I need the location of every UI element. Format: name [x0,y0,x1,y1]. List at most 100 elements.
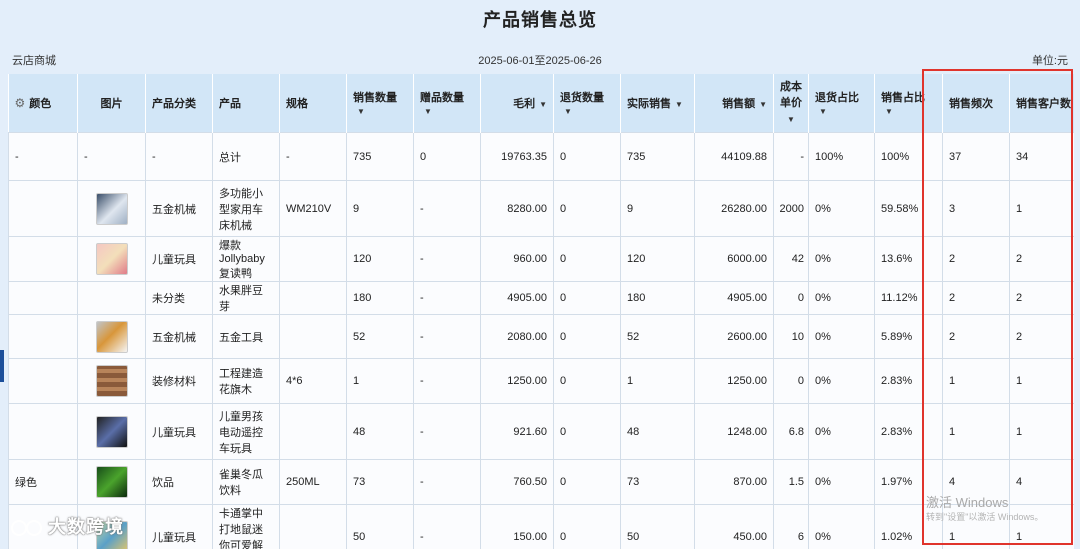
cell-cost: - [773,132,809,181]
cell-actual: 50 [620,504,695,549]
cell-product: 爆款Jollybaby复读鸭 [212,236,280,282]
col-header-color[interactable]: ⚙ 颜色 [8,74,78,133]
cell-gift: - [413,403,481,460]
col-header-sales-pct[interactable]: 销售占比▼ [874,74,943,133]
cell-product: 总计 [212,132,280,181]
cell-frequency: 37 [942,132,1010,181]
cell-image [77,180,146,237]
cell-color [8,403,78,460]
cell-sales: 44109.88 [694,132,774,181]
cell-color: - [8,132,78,181]
cell-cost: 6 [773,504,809,549]
cell-profit: 8280.00 [480,180,554,237]
product-thumbnail[interactable] [95,243,128,275]
sort-down-icon[interactable]: ▼ [787,115,795,124]
cell-return-pct: 0% [808,459,875,505]
sort-down-icon[interactable]: ▼ [424,107,432,116]
cell-color [8,314,78,359]
col-header-category: 产品分类 [145,74,213,133]
cell-qty: 9 [346,180,414,237]
cell-gift: - [413,358,481,404]
table-row[interactable]: 儿童玩具 爆款Jollybaby复读鸭 120-960.00 0 120 6000.00 4… [8,236,1074,282]
sort-down-icon[interactable]: ▼ [759,100,767,109]
brand-logo: 大数跨境 [10,513,124,539]
sales-table-container[interactable]: ⚙ 颜色 图片 产品分类 产品 规格 销售数量▼ 赠品数量▼ 毛利 ▼ 退货数量▼ … [8,74,1074,549]
col-header-qty[interactable]: 销售数量▼ [346,74,414,133]
sort-down-icon[interactable]: ▼ [819,107,827,116]
cell-profit: 19763.35 [480,132,554,181]
sort-down-icon[interactable]: ▼ [357,107,365,116]
cell-sales: 6000.00 [694,236,774,282]
col-header-profit[interactable]: 毛利 ▼ [480,74,554,133]
cell-sales: 26280.00 [694,180,774,237]
cell-image [77,459,146,505]
cell-actual: 73 [620,459,695,505]
cell-image [77,281,146,315]
cell-returns: 0 [553,459,621,505]
col-header-spec: 规格 [279,74,347,133]
cell-return-pct: 0% [808,358,875,404]
cell-frequency: 3 [942,180,1010,237]
sort-down-icon[interactable]: ▼ [539,100,547,109]
sort-down-icon[interactable]: ▼ [885,107,893,116]
cell-return-pct: 100% [808,132,875,181]
table-row[interactable]: 未分类 水果胖豆芽 180-4905.00 0 180 4905.00 0 0% 11.12% 2… [8,281,1074,315]
table-row[interactable]: 装修材料 工程建造花旗木 4*6 1-1250.00 0 1 1250.00 0 0% 2.83%… [8,358,1074,404]
cell-profit: 760.50 [480,459,554,505]
cell-profit: 2080.00 [480,314,554,359]
cell-profit: 4905.00 [480,281,554,315]
cell-actual: 48 [620,403,695,460]
table-row[interactable]: 儿童玩具 儿童男孩电动遥控车玩具 48-921.60 0 48 1248.00 6.8 0% 2… [8,403,1074,460]
cell-returns: 0 [553,358,621,404]
product-thumbnail[interactable] [95,192,128,225]
table-row[interactable]: 五金机械 多功能小型家用车床机械 WM210V 9-8280.00 0 9 26280.00… [8,180,1074,237]
cell-sales: 1250.00 [694,358,774,404]
cell-spec: WM210V [279,180,347,237]
sort-down-icon[interactable]: ▼ [675,100,683,109]
product-thumbnail[interactable] [95,466,128,498]
cell-profit: 150.00 [480,504,554,549]
table-row[interactable]: 儿童玩具卡通掌中打地鼠迷你可爱解压玩具50-150.00050450.0060%… [8,504,1074,549]
gear-icon[interactable]: ⚙ [15,96,26,110]
cell-category: 五金机械 [145,314,213,359]
total-row[interactable]: - - - 总计 -735 0 19763.35 0 735 44109.88-100% 100% 3… [8,132,1074,181]
col-header-product: 产品 [212,74,280,133]
col-header-actual[interactable]: 实际销售 ▼ [620,74,695,133]
cell-qty: 120 [346,236,414,282]
cell-color [8,358,78,404]
cell-sales-pct: 13.6% [874,236,943,282]
cell-category: 装修材料 [145,358,213,404]
cell-frequency: 1 [942,358,1010,404]
date-range: 2025-06-01至2025-06-26 [478,55,602,67]
cell-profit: 960.00 [480,236,554,282]
table-row[interactable]: 五金机械 五金工具 52-2080.00 0 52 2600.00 10 0% 5.89% 2 2 [8,314,1074,359]
cell-spec: 250ML [279,459,347,505]
cell-sales-pct: 11.12% [874,281,943,315]
table-header-row: ⚙ 颜色 图片 产品分类 产品 规格 销售数量▼ 赠品数量▼ 毛利 ▼ 退货数量▼ … [8,74,1074,133]
product-thumbnail[interactable] [95,365,128,397]
cell-qty: 735 [346,132,414,181]
col-header-gift[interactable]: 赠品数量▼ [413,74,481,133]
col-header-returns[interactable]: 退货数量▼ [553,74,621,133]
col-header-cost[interactable]: 成本单价 ▼ [773,74,809,133]
cell-actual: 120 [620,236,695,282]
sort-down-icon[interactable]: ▼ [564,107,572,116]
cell-qty: 73 [346,459,414,505]
cell-sales-pct: 2.83% [874,358,943,404]
col-header-return-pct[interactable]: 退货占比▼ [808,74,875,133]
cell-product: 工程建造花旗木 [212,358,280,404]
cell-cost: 0 [773,281,809,315]
table-row[interactable]: 绿色 饮品 雀巢冬瓜饮料 250ML 73-760.50 0 73 870.00 1.5 0% 1.… [8,459,1074,505]
cell-cost: 2000 [773,180,809,237]
product-thumbnail[interactable] [95,320,128,353]
product-thumbnail[interactable] [95,415,128,448]
cell-color [8,180,78,237]
col-header-sales[interactable]: 销售额 ▼ [694,74,774,133]
cell-spec [279,281,347,315]
cell-sales-pct: 100% [874,132,943,181]
cell-return-pct: 0% [808,236,875,282]
cell-category: 儿童玩具 [145,403,213,460]
cell-sales-pct: 59.58% [874,180,943,237]
cell-profit: 921.60 [480,403,554,460]
side-scroll-tab[interactable] [0,350,4,382]
